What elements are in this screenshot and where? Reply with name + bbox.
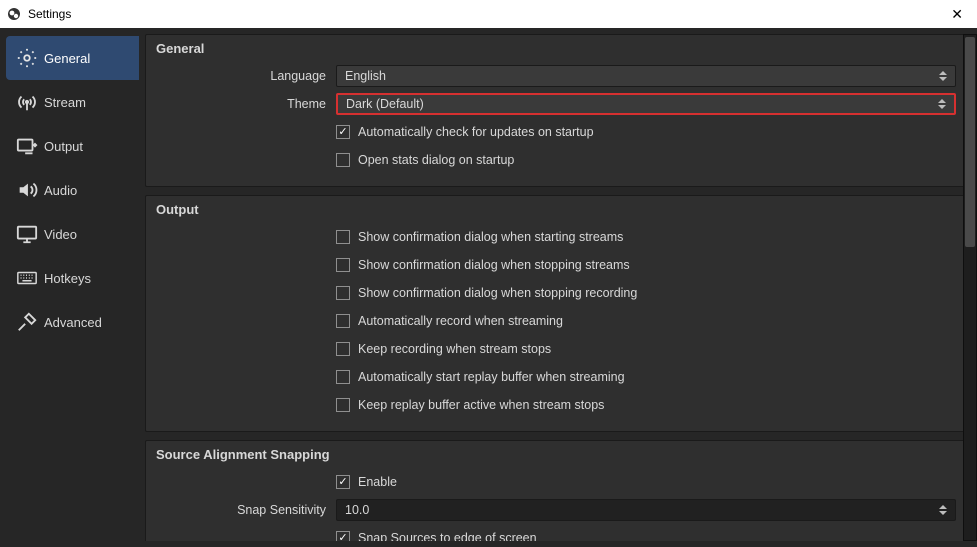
keep-recording-checkbox[interactable]	[336, 342, 350, 356]
confirm-stop-streams-checkbox[interactable]	[336, 258, 350, 272]
section-title: General	[156, 41, 956, 56]
output-icon	[16, 135, 44, 157]
sidebar-item-label: Audio	[44, 183, 77, 198]
open-stats-label: Open stats dialog on startup	[358, 153, 514, 167]
section-title: Output	[156, 202, 956, 217]
snap-sensitivity-input[interactable]: 10.0	[336, 499, 956, 521]
sidebar-item-general[interactable]: General	[6, 36, 139, 80]
language-combobox[interactable]: English	[336, 65, 956, 87]
combobox-value: Dark (Default)	[346, 97, 424, 111]
theme-label: Theme	[156, 97, 336, 111]
auto-replay-label: Automatically start replay buffer when s…	[358, 370, 625, 384]
sidebar-item-stream[interactable]: Stream	[6, 80, 139, 124]
sidebar-item-label: Output	[44, 139, 83, 154]
auto-replay-checkbox[interactable]	[336, 370, 350, 384]
window-title: Settings	[28, 7, 943, 21]
section-snapping: Source Alignment Snapping Enable Snap Se…	[145, 440, 967, 541]
confirm-stop-recording-label: Show confirmation dialog when stopping r…	[358, 286, 637, 300]
confirm-start-label: Show confirmation dialog when starting s…	[358, 230, 623, 244]
speaker-icon	[16, 179, 44, 201]
combobox-value: English	[345, 69, 386, 83]
keep-replay-checkbox[interactable]	[336, 398, 350, 412]
keep-recording-label: Keep recording when stream stops	[358, 342, 551, 356]
open-stats-checkbox[interactable]	[336, 153, 350, 167]
input-value: 10.0	[345, 503, 369, 517]
scrollbar-thumb[interactable]	[965, 37, 975, 247]
snap-enable-label: Enable	[358, 475, 397, 489]
sidebar-item-hotkeys[interactable]: Hotkeys	[6, 256, 139, 300]
snap-edge-checkbox[interactable]	[336, 531, 350, 541]
app-icon	[6, 6, 22, 22]
section-general: General Language English Theme Dark	[145, 34, 967, 187]
snap-sensitivity-label: Snap Sensitivity	[156, 503, 336, 517]
section-title: Source Alignment Snapping	[156, 447, 956, 462]
sidebar-item-label: General	[44, 51, 90, 66]
tools-icon	[16, 311, 44, 333]
auto-record-label: Automatically record when streaming	[358, 314, 563, 328]
sidebar-item-label: Hotkeys	[44, 271, 91, 286]
keyboard-icon	[16, 267, 44, 289]
titlebar: Settings ✕	[0, 0, 977, 28]
auto-update-checkbox[interactable]	[336, 125, 350, 139]
confirm-stop-streams-label: Show confirmation dialog when stopping s…	[358, 258, 630, 272]
sidebar-item-label: Stream	[44, 95, 86, 110]
sidebar-item-label: Advanced	[44, 315, 102, 330]
keep-replay-label: Keep replay buffer active when stream st…	[358, 398, 604, 412]
sidebar-item-label: Video	[44, 227, 77, 242]
monitor-icon	[16, 223, 44, 245]
gear-icon	[16, 47, 44, 69]
auto-record-checkbox[interactable]	[336, 314, 350, 328]
theme-combobox[interactable]: Dark (Default)	[336, 93, 956, 115]
close-button[interactable]: ✕	[943, 6, 971, 23]
snap-edge-label: Snap Sources to edge of screen	[358, 531, 537, 541]
confirm-start-checkbox[interactable]	[336, 230, 350, 244]
snap-enable-checkbox[interactable]	[336, 475, 350, 489]
sidebar-item-output[interactable]: Output	[6, 124, 139, 168]
sidebar-item-video[interactable]: Video	[6, 212, 139, 256]
language-label: Language	[156, 69, 336, 83]
sidebar-item-advanced[interactable]: Advanced	[6, 300, 139, 344]
vertical-scrollbar[interactable]	[963, 34, 977, 541]
settings-panel: General Language English Theme Dark	[139, 28, 977, 547]
sidebar: General Stream Output Audio Video Hotkey…	[0, 28, 139, 547]
confirm-stop-recording-checkbox[interactable]	[336, 286, 350, 300]
auto-update-label: Automatically check for updates on start…	[358, 125, 594, 139]
sidebar-item-audio[interactable]: Audio	[6, 168, 139, 212]
section-output: Output Show confirmation dialog when sta…	[145, 195, 967, 432]
antenna-icon	[16, 91, 44, 113]
